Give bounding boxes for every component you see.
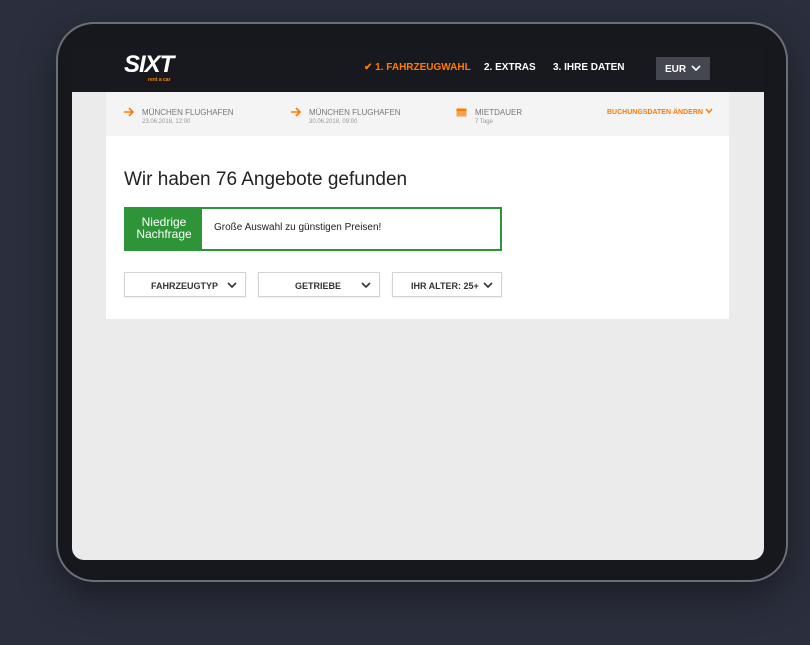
top-navigation-bar: SIXT rent a car ✔ 1. FAHRZEUGWAHL 2. EXT… — [72, 46, 764, 92]
chevron-down-icon — [360, 279, 372, 293]
logo-tagline: rent a car — [148, 77, 171, 83]
results-panel: Wir haben 76 Angebote gefunden Niedrige … — [106, 136, 729, 319]
chevron-down-icon — [482, 279, 494, 293]
arrow-right-icon — [123, 107, 135, 119]
sixt-logo[interactable]: SIXT rent a car — [124, 51, 186, 84]
step-extras[interactable]: 2. EXTRAS — [484, 62, 536, 73]
booking-summary-bar: MÜNCHEN FLUGHAFEN 23.06.2018, 12:00 MÜNC… — [106, 92, 729, 136]
chevron-down-icon — [705, 108, 713, 114]
filter-label: FAHRZEUGTYP — [151, 281, 219, 291]
return-info[interactable]: MÜNCHEN FLUGHAFEN 30.06.2018, 09:00 — [291, 107, 401, 125]
step-your-data[interactable]: 3. IHRE DATEN — [553, 62, 625, 73]
currency-value: EUR — [665, 64, 687, 75]
arrow-right-icon — [290, 107, 302, 119]
rental-duration-info[interactable]: MIETDAUER 7 Tage — [456, 108, 523, 125]
currency-selector[interactable]: EUR — [656, 57, 710, 80]
filter-driver-age[interactable]: IHR ALTER: 25+ — [392, 272, 502, 297]
step-label: 3. IHRE DATEN — [553, 62, 625, 73]
calendar-icon — [456, 107, 467, 119]
filter-transmission[interactable]: GETRIEBE — [258, 272, 380, 297]
demand-message: Große Auswahl zu günstigen Preisen! — [214, 222, 382, 233]
return-datetime: 30.06.2018, 09:00 — [309, 119, 358, 125]
demand-badge: Niedrige Nachfrage — [126, 209, 202, 249]
change-booking-dates-link[interactable]: BUCHUNGSDATEN ÄNDERN — [607, 108, 713, 116]
filter-vehicle-type[interactable]: FAHRZEUGTYP — [124, 272, 246, 297]
duration-value: 7 Tage — [475, 119, 493, 125]
duration-label: MIETDAUER — [475, 108, 523, 117]
pickup-info[interactable]: MÜNCHEN FLUGHAFEN 23.06.2018, 12:00 — [124, 107, 234, 125]
check-icon: ✔ — [364, 62, 373, 73]
pickup-location: MÜNCHEN FLUGHAFEN — [142, 108, 234, 117]
pickup-datetime: 23.06.2018, 12:00 — [142, 119, 191, 125]
chevron-down-icon — [690, 62, 702, 77]
results-headline: Wir haben 76 Angebote gefunden — [124, 169, 408, 190]
demand-notice: Niedrige Nachfrage Große Auswahl zu güns… — [124, 207, 502, 251]
step-label: 1. FAHRZEUGWAHL — [375, 62, 471, 73]
step-label: 2. EXTRAS — [484, 62, 536, 73]
logo-wordmark: SIXT — [124, 51, 174, 78]
filter-label: IHR ALTER: 25+ — [411, 281, 479, 291]
app-screen: SIXT rent a car ✔ 1. FAHRZEUGWAHL 2. EXT… — [72, 46, 764, 560]
demand-badge-line2: Nachfrage — [136, 227, 192, 241]
step-vehicle-selection[interactable]: ✔ 1. FAHRZEUGWAHL — [364, 62, 471, 73]
filter-label: GETRIEBE — [295, 281, 342, 291]
change-label: BUCHUNGSDATEN ÄNDERN — [607, 109, 703, 116]
return-location: MÜNCHEN FLUGHAFEN — [309, 108, 401, 117]
chevron-down-icon — [226, 279, 238, 293]
